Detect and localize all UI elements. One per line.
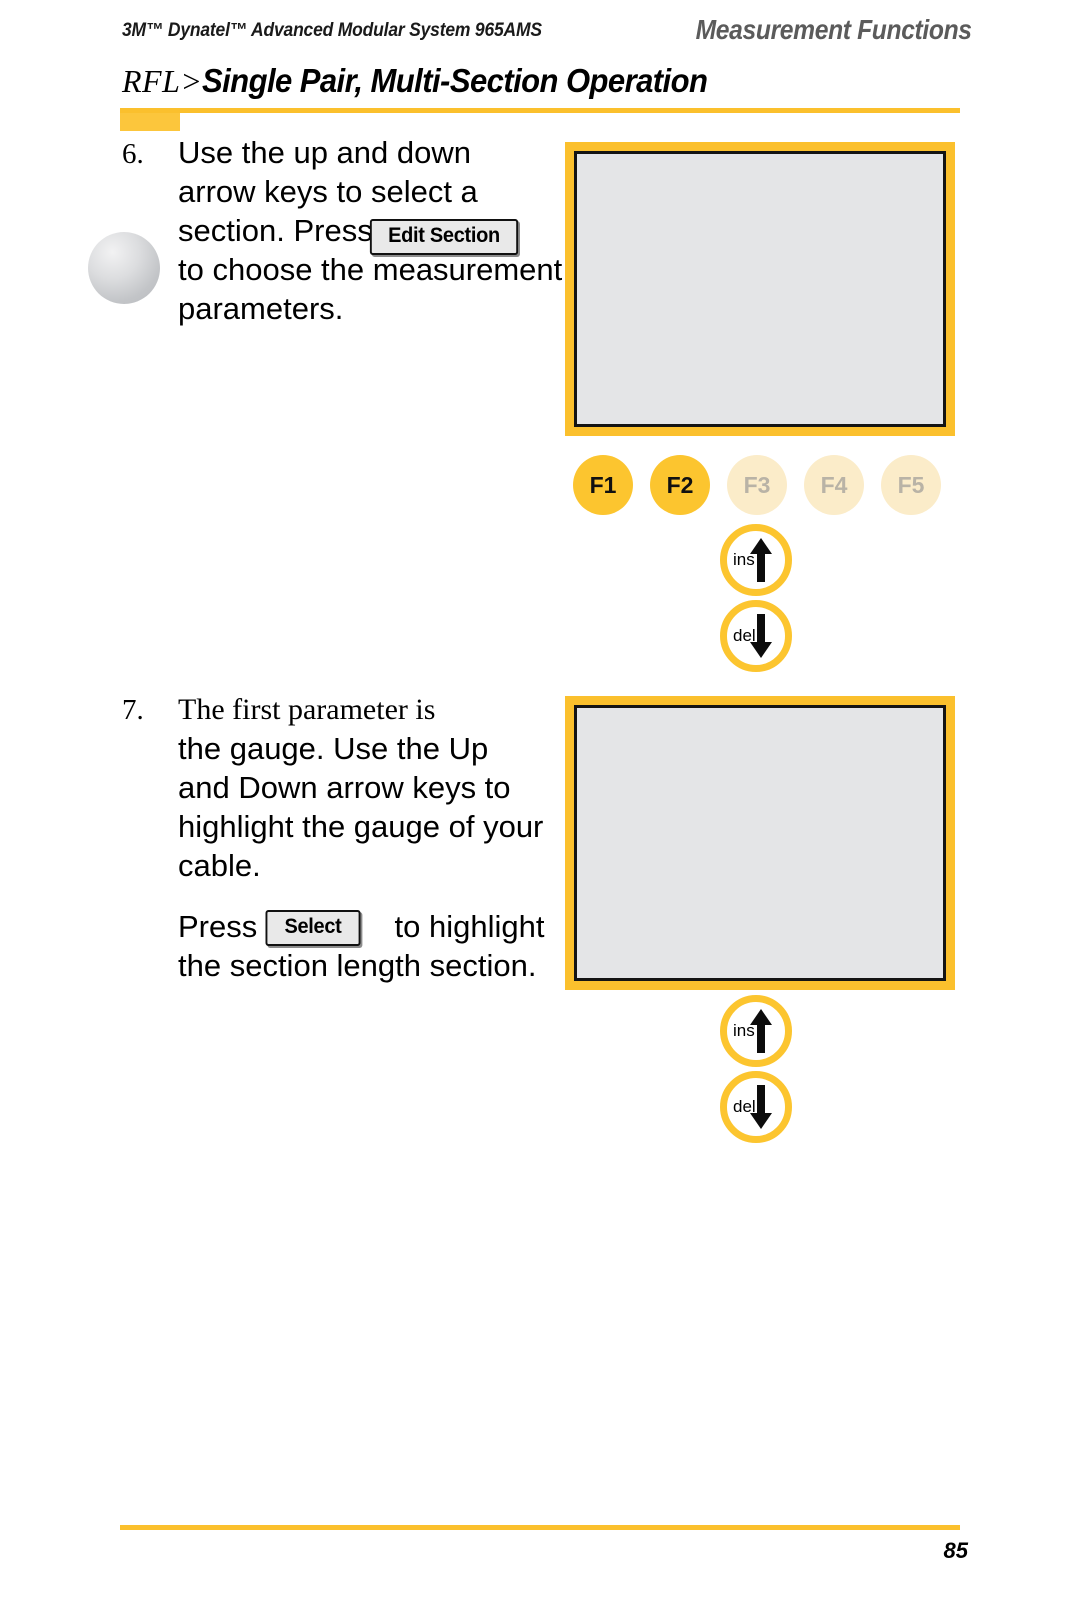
- page-number: 85: [943, 1538, 968, 1563]
- del-down-key-1[interactable]: del: [720, 600, 792, 672]
- step-6-line-4: to choose the measurement: [178, 252, 563, 287]
- device-screen-1-display: [574, 151, 946, 427]
- fkey-f5[interactable]: F5: [881, 455, 941, 515]
- step-6-line-5: parameters.: [178, 291, 344, 326]
- step-6-line-2: arrow keys to select a: [178, 174, 478, 209]
- step-7-p2-pre: Press: [178, 909, 258, 944]
- running-head-left: 3M™ Dynatel™ Advanced Modular System 965…: [122, 20, 542, 42]
- arrow-down-icon: [750, 1085, 772, 1129]
- step-7-p2-line-1: Press to highlight: [178, 907, 608, 946]
- fkey-f1-label: F1: [589, 471, 617, 498]
- edit-section-keycap[interactable]: Edit Section: [369, 219, 519, 255]
- footer-rule: [120, 1525, 960, 1530]
- fkey-f3-label: F3: [743, 471, 771, 498]
- device-screen-1: [565, 142, 955, 436]
- fkey-f1[interactable]: F1: [573, 455, 633, 515]
- running-head-right: Measurement Functions: [696, 14, 972, 46]
- step-7-p2-line-2: the section length section.: [178, 948, 537, 983]
- fkey-f3[interactable]: F3: [727, 455, 787, 515]
- step-7-line-4: highlight the gauge of your: [178, 809, 544, 844]
- arrow-up-icon: [750, 538, 772, 582]
- page-title: RFL>Single Pair, Multi-Section Operation: [122, 62, 740, 100]
- fkey-f2-label: F2: [666, 471, 694, 498]
- fkey-f4-label: F4: [820, 471, 848, 498]
- step-6-number: 6.: [122, 138, 144, 170]
- header-tab-block: [120, 113, 180, 131]
- step-6-line-1: Use the up and down: [178, 135, 471, 170]
- step-7-p2-post: to highlight: [394, 909, 545, 944]
- running-head-right-text: Measurement Functions: [695, 14, 972, 45]
- ins-up-key-2[interactable]: ins: [720, 995, 792, 1067]
- header-rule: [120, 108, 960, 113]
- decorative-sphere: [88, 232, 160, 304]
- page-title-prefix: RFL>: [122, 63, 203, 99]
- device-screen-2-display: [574, 705, 946, 981]
- step-7-paragraph-2: Press to highlight the section length se…: [178, 907, 608, 985]
- select-keycap[interactable]: Select: [265, 910, 361, 946]
- fkey-f5-label: F5: [897, 471, 925, 498]
- step-7-line-1: The first parameter is: [178, 693, 436, 726]
- ins-up-key-1[interactable]: ins: [720, 524, 792, 596]
- step-7-text: The first parameter is the gauge. Use th…: [178, 690, 608, 885]
- running-head-left-text: 3M™ Dynatel™ Advanced Modular System 965…: [122, 20, 542, 41]
- del-down-key-2[interactable]: del: [720, 1071, 792, 1143]
- arrow-up-icon: [750, 1009, 772, 1053]
- fkey-f4[interactable]: F4: [804, 455, 864, 515]
- arrow-down-icon: [750, 614, 772, 658]
- fkey-f2[interactable]: F2: [650, 455, 710, 515]
- step-7-line-3: and Down arrow keys to: [178, 770, 511, 805]
- device-screen-2: [565, 696, 955, 990]
- step-7-line-5: cable.: [178, 848, 261, 883]
- page-title-main: Single Pair, Multi-Section Operation: [202, 62, 708, 99]
- step-7-line-2: the gauge. Use the Up: [178, 731, 489, 766]
- step-7-number: 7.: [122, 694, 144, 726]
